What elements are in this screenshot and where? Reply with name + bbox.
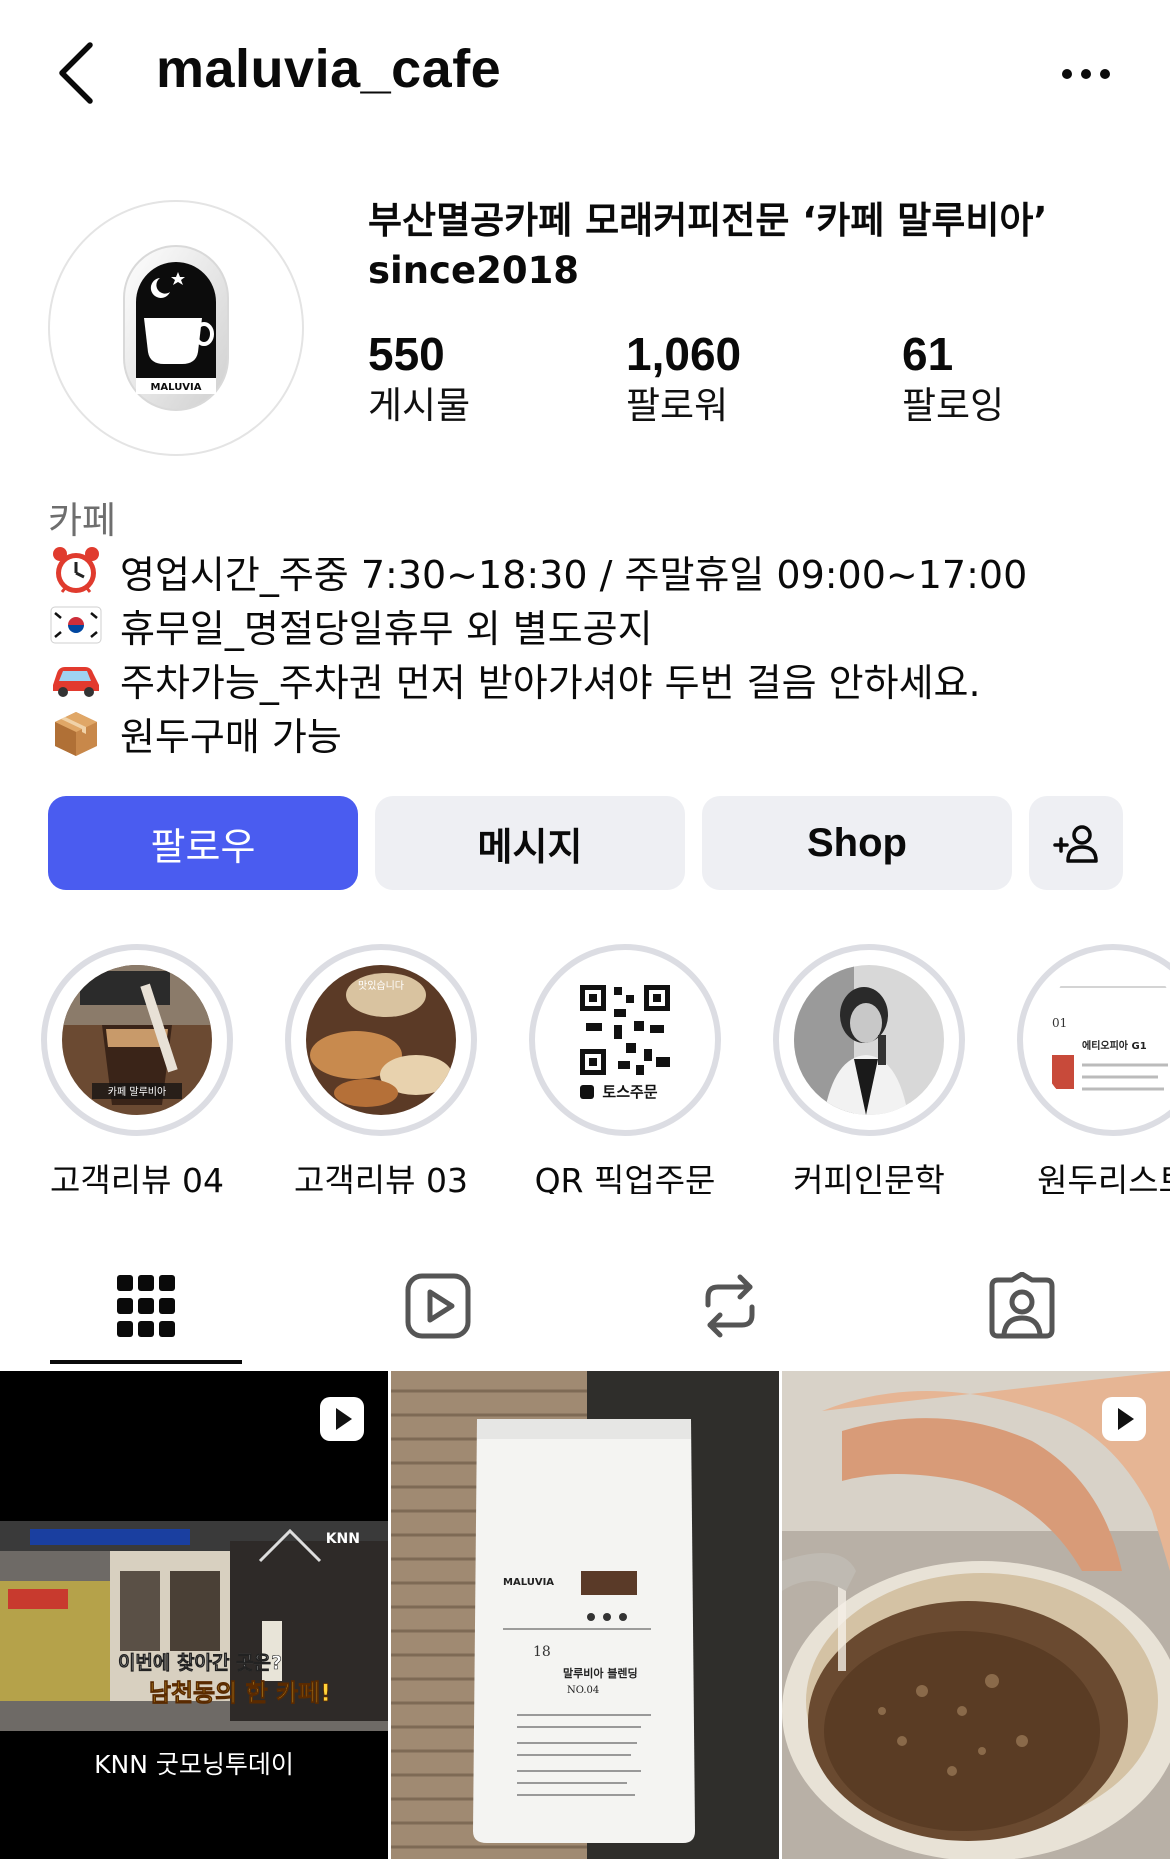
post-overlay-highlight: 남천동의 한 카페! bbox=[149, 1679, 331, 1707]
highlight-ring bbox=[773, 944, 965, 1136]
bio-line: 영업시간_주중 7:30~18:30 / 주말휴일 09:00~17:00 bbox=[48, 544, 1148, 598]
message-button[interactable]: 메시지 bbox=[375, 796, 685, 890]
profile-header: maluvia_cafe bbox=[0, 0, 1170, 150]
stat-followers[interactable]: 1,060 팔로워 bbox=[626, 328, 741, 432]
back-button[interactable] bbox=[56, 36, 116, 110]
highlight-label: 고객리뷰 03 bbox=[294, 1161, 468, 1194]
profile-category: 카페 bbox=[48, 499, 117, 542]
post-grid: KNN 이번에 찾아간 곳은? 남천동의 한 카페! KNN 굿모닝투데이 MA… bbox=[0, 1371, 1170, 1859]
tagged-icon bbox=[989, 1272, 1055, 1339]
profile-tabs bbox=[0, 1256, 1170, 1368]
bio-line: 주차가능_주차권 먼저 받아가셔야 두번 걸음 안하세요. bbox=[48, 652, 1148, 706]
highlight-thumb-text: 토스주문 bbox=[602, 1083, 657, 1101]
tab-reels[interactable] bbox=[338, 1256, 538, 1356]
more-horizontal-icon bbox=[1062, 69, 1110, 79]
profile-username: maluvia_cafe bbox=[156, 39, 502, 99]
alarm-clock-icon bbox=[48, 546, 104, 596]
profile-full-name: 부산멸공카페 모래커피전문 ‘카페 말루비아’ since2018 bbox=[368, 196, 1148, 296]
bag-product-no: NO.04 bbox=[567, 1685, 599, 1696]
profile-bio: 영업시간_주중 7:30~18:30 / 주말휴일 09:00~17:00 휴무… bbox=[48, 544, 1148, 760]
bag-number-text: 18 bbox=[533, 1644, 551, 1660]
tab-tagged[interactable] bbox=[922, 1256, 1122, 1356]
highlight-ring: 01 에티오피아 G1 bbox=[1017, 944, 1170, 1136]
bio-beans-text: 원두구매 가능 bbox=[120, 714, 342, 759]
shop-button[interactable]: Shop bbox=[702, 796, 1012, 890]
highlight-thumbnail: 맛있습니다 bbox=[306, 965, 456, 1115]
posts-label: 게시물 bbox=[368, 384, 471, 427]
follow-button[interactable]: 팔로우 bbox=[48, 796, 358, 890]
bio-line: 원두구매 가능 bbox=[48, 706, 1148, 760]
stat-following[interactable]: 61 팔로잉 bbox=[902, 328, 1004, 432]
highlight-label: QR 픽업주문 bbox=[534, 1161, 716, 1194]
reel-badge-icon bbox=[1102, 1397, 1146, 1441]
highlight-label: 커피인문학 bbox=[793, 1161, 945, 1194]
highlight-label: 원두리스트 bbox=[1037, 1161, 1170, 1194]
more-options-button[interactable] bbox=[1056, 54, 1116, 94]
cafe-logo-icon: MALUVIA bbox=[123, 245, 229, 411]
highlight-qr-order[interactable]: 토스주문 QR 픽업주문 bbox=[525, 944, 725, 1194]
suggested-people-button[interactable] bbox=[1029, 796, 1123, 890]
repost-icon bbox=[705, 1274, 755, 1338]
highlight-thumb-text: 맛있습니다 bbox=[358, 980, 404, 992]
profile-avatar[interactable]: MALUVIA bbox=[48, 200, 304, 456]
highlight-review-04[interactable]: 카페 말루비아 고객리뷰 04 bbox=[37, 944, 237, 1194]
highlight-coffee-humanities[interactable]: 커피인문학 bbox=[769, 944, 969, 1194]
highlight-label: 고객리뷰 04 bbox=[50, 1161, 224, 1194]
highlight-thumb-text: 카페 말루비아 bbox=[108, 1086, 166, 1098]
profile-stats: 550 게시물 1,060 팔로워 61 팔로잉 bbox=[368, 328, 1068, 438]
bag-product-text: 말루비아 블렌딩 bbox=[563, 1666, 638, 1680]
highlight-thumbnail bbox=[794, 965, 944, 1115]
post-tile[interactable]: KNN 이번에 찾아간 곳은? 남천동의 한 카페! KNN 굿모닝투데이 bbox=[0, 1371, 388, 1859]
shop-button-label: Shop bbox=[807, 820, 907, 865]
active-tab-indicator bbox=[50, 1360, 242, 1364]
post-overlay-text: 이번에 찾아간 곳은? bbox=[118, 1652, 282, 1674]
highlight-thumbnail: 01 에티오피아 G1 bbox=[1038, 965, 1170, 1115]
reels-icon bbox=[405, 1273, 471, 1339]
svg-text:01: 01 bbox=[1052, 1016, 1067, 1030]
bag-brand-text: MALUVIA bbox=[503, 1577, 554, 1588]
story-highlights: 카페 말루비아 고객리뷰 04 맛있습니다 고객리뷰 03 토스주문 QR 픽업… bbox=[0, 944, 1170, 1194]
highlight-ring: 맛있습니다 bbox=[285, 944, 477, 1136]
tab-grid[interactable] bbox=[46, 1256, 246, 1356]
highlight-bean-list[interactable]: 01 에티오피아 G1 원두리스트 bbox=[1013, 944, 1170, 1194]
car-icon bbox=[48, 654, 104, 704]
post-tile[interactable]: MALUVIA 18 말루비아 블렌딩 NO.04 bbox=[391, 1371, 779, 1859]
reel-badge-icon bbox=[320, 1397, 364, 1441]
grid-icon bbox=[117, 1275, 175, 1337]
korea-flag-icon bbox=[48, 600, 104, 650]
profile-name-line2: since2018 bbox=[368, 249, 580, 292]
avatar-logo-text: MALUVIA bbox=[150, 382, 201, 393]
highlight-ring: 카페 말루비아 bbox=[41, 944, 233, 1136]
profile-name-line1: 부산멸공카페 모래커피전문 ‘카페 말루비아’ bbox=[368, 199, 1048, 242]
bio-holiday-text: 휴무일_명절당일휴무 외 별도공지 bbox=[120, 606, 653, 651]
followers-label: 팔로워 bbox=[626, 384, 729, 427]
following-label: 팔로잉 bbox=[902, 384, 1005, 427]
chevron-left-icon bbox=[59, 42, 93, 104]
add-person-icon bbox=[1053, 825, 1098, 863]
bio-hours-text: 영업시간_주중 7:30~18:30 / 주말휴일 09:00~17:00 bbox=[120, 552, 1028, 597]
following-count: 61 bbox=[902, 328, 954, 380]
bio-parking-text: 주차가능_주차권 먼저 받아가셔야 두번 걸음 안하세요. bbox=[120, 660, 981, 705]
followers-count: 1,060 bbox=[626, 328, 742, 380]
post-caption: KNN 굿모닝투데이 bbox=[94, 1750, 294, 1779]
highlight-thumbnail: 토스주문 bbox=[550, 965, 700, 1115]
highlight-ring: 토스주문 bbox=[529, 944, 721, 1136]
posts-count: 550 bbox=[368, 328, 445, 380]
knn-channel-logo: KNN bbox=[326, 1531, 360, 1547]
stat-posts[interactable]: 550 게시물 bbox=[368, 328, 470, 432]
package-icon bbox=[48, 708, 104, 758]
highlight-thumbnail: 카페 말루비아 bbox=[62, 965, 212, 1115]
post-tile[interactable] bbox=[782, 1371, 1170, 1859]
bio-line: 휴무일_명절당일휴무 외 별도공지 bbox=[48, 598, 1148, 652]
tab-reposts[interactable] bbox=[630, 1256, 830, 1356]
highlight-review-03[interactable]: 맛있습니다 고객리뷰 03 bbox=[281, 944, 481, 1194]
highlight-thumb-text: 에티오피아 G1 bbox=[1082, 1039, 1147, 1052]
